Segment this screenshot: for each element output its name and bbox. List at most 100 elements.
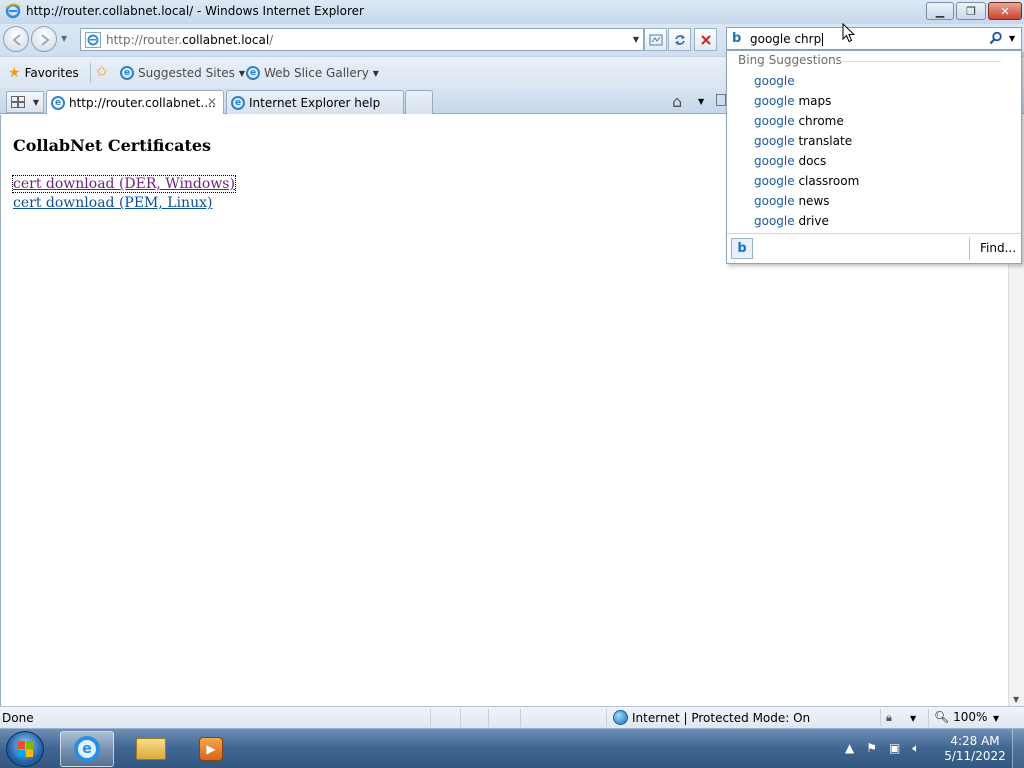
favorites-separator xyxy=(90,63,91,83)
page-icon: e xyxy=(246,66,260,80)
folder-icon xyxy=(136,738,166,760)
stop-icon xyxy=(700,34,711,45)
refresh-button[interactable] xyxy=(668,28,691,51)
system-tray: ▲ ⚑ ▣ 🔈︎ xyxy=(845,741,920,756)
recent-pages-dropdown-icon[interactable]: ▼ xyxy=(61,34,67,43)
suggestion-item[interactable]: google docs xyxy=(754,151,859,171)
status-separator xyxy=(606,709,607,727)
search-box[interactable]: b google chrp ▼ xyxy=(726,27,1022,50)
refresh-icon xyxy=(674,34,685,45)
suggestion-item[interactable]: google drive xyxy=(754,211,859,231)
suggestion-item[interactable]: google news xyxy=(754,191,859,211)
show-hidden-icons-icon[interactable]: ▲ xyxy=(845,741,854,756)
zoom-dropdown-icon[interactable]: ▼ xyxy=(993,714,999,723)
mouse-cursor-icon xyxy=(842,23,856,43)
tab-ie-help[interactable]: e Internet Explorer help xyxy=(226,90,404,114)
start-button[interactable] xyxy=(6,731,44,767)
search-input[interactable]: google chrp xyxy=(750,32,824,46)
web-slice-gallery-button[interactable]: e Web Slice Gallery ▼ xyxy=(246,66,379,80)
taskbar-windows-explorer[interactable] xyxy=(124,731,178,767)
windows-logo-icon xyxy=(17,741,33,757)
scroll-down-icon[interactable]: ▼ xyxy=(1013,695,1019,704)
bing-icon: b xyxy=(732,31,742,46)
feeds-icon[interactable] xyxy=(716,94,726,106)
page-heading: CollabNet Certificates xyxy=(13,136,212,155)
window-title: http://router.collabnet.local/ - Windows… xyxy=(26,4,364,18)
title-bar: http://router.collabnet.local/ - Windows… xyxy=(0,0,1024,24)
favorites-button[interactable]: ★ Favorites xyxy=(8,66,79,80)
compatibility-view-icon xyxy=(649,34,662,45)
quick-tabs-icon xyxy=(10,96,25,108)
address-dropdown-icon[interactable]: ▼ xyxy=(633,35,639,44)
page-icon xyxy=(85,32,101,48)
add-to-favorites-bar-icon[interactable]: ✩ xyxy=(96,65,108,79)
tab-label: http://router.collabnet.... xyxy=(69,95,216,110)
forward-button[interactable] xyxy=(31,26,57,52)
address-bar[interactable]: http://router.collabnet.local/ ▼ xyxy=(80,28,644,51)
close-button[interactable]: ✕ xyxy=(988,2,1022,20)
media-player-icon: ▶ xyxy=(199,737,223,761)
zoom-level[interactable]: 🔍︎ 100% xyxy=(934,710,987,724)
tab-list-dropdown-icon[interactable]: ▼ xyxy=(33,98,39,107)
status-separator xyxy=(430,709,431,727)
status-text: Done xyxy=(2,711,34,725)
suggested-sites-button[interactable]: e Suggested Sites ▼ xyxy=(120,66,245,80)
stop-button[interactable] xyxy=(694,28,717,51)
page-icon: e xyxy=(231,95,245,110)
header-divider xyxy=(837,61,1001,62)
network-icon[interactable]: ▣ xyxy=(889,741,900,756)
clock-time: 4:28 AM xyxy=(950,734,1000,748)
home-icon[interactable]: ⌂ xyxy=(672,92,682,111)
tab-router[interactable]: e http://router.collabnet.... ✕ xyxy=(46,90,224,114)
new-tab-button[interactable] xyxy=(405,90,433,114)
clock[interactable]: 4:28 AM 5/11/2022 xyxy=(940,734,1010,764)
footer-divider xyxy=(969,238,970,260)
chevron-down-icon[interactable]: ▼ xyxy=(910,714,916,723)
suggestion-item[interactable]: google xyxy=(754,71,859,91)
status-separator xyxy=(460,709,461,727)
taskbar: e ▶ ▲ ⚑ ▣ 🔈︎ 4:28 AM 5/11/2022 xyxy=(0,728,1024,768)
home-dropdown-icon[interactable]: ▼ xyxy=(698,97,704,106)
quick-tabs-button[interactable]: ▼ xyxy=(6,91,44,113)
taskbar-media-player[interactable]: ▶ xyxy=(184,731,238,767)
internet-explorer-icon xyxy=(5,3,21,19)
suggestions-list: google google maps google chrome google … xyxy=(754,71,859,231)
favorites-star-icon: ★ xyxy=(8,65,21,81)
suggestion-item[interactable]: google translate xyxy=(754,131,859,151)
back-button[interactable] xyxy=(3,26,29,52)
tab-label: Internet Explorer help xyxy=(249,95,381,110)
bing-provider-button[interactable]: b xyxy=(731,238,753,259)
suggestion-item[interactable]: google maps xyxy=(754,91,859,111)
close-tab-icon[interactable]: ✕ xyxy=(207,95,217,109)
status-separator xyxy=(928,709,929,727)
page-icon: e xyxy=(120,66,134,80)
protected-mode-icon[interactable]: 🔒︎ xyxy=(886,711,892,725)
internet-explorer-icon: e xyxy=(74,736,100,762)
search-icon[interactable] xyxy=(989,31,1003,45)
status-separator xyxy=(488,709,489,727)
compatibility-view-button[interactable] xyxy=(644,28,667,51)
find-on-page-button[interactable]: Find... xyxy=(980,241,1016,255)
status-separator xyxy=(520,709,521,727)
address-url[interactable]: http://router.collabnet.local/ xyxy=(106,33,273,47)
forward-arrow-icon xyxy=(41,34,50,46)
maximize-button[interactable]: ❐ xyxy=(956,2,986,20)
security-zone[interactable]: Internet | Protected Mode: On xyxy=(613,710,810,725)
back-arrow-icon xyxy=(12,34,21,46)
suggestion-item[interactable]: google chrome xyxy=(754,111,859,131)
suggestions-footer: b Find... xyxy=(727,233,1021,263)
search-options-dropdown-icon[interactable]: ▼ xyxy=(1009,34,1015,43)
search-suggestions-dropdown: Bing Suggestions google google maps goog… xyxy=(726,50,1022,264)
action-center-flag-icon[interactable]: ⚑ xyxy=(866,741,877,756)
clock-date: 5/11/2022 xyxy=(944,749,1006,763)
text-caret xyxy=(822,33,824,46)
internet-zone-globe-icon xyxy=(613,710,628,725)
cert-download-der-link[interactable]: cert download (DER, Windows) xyxy=(12,175,236,193)
show-desktop-button[interactable] xyxy=(1012,729,1024,768)
volume-muted-icon[interactable]: 🔈︎ xyxy=(912,741,919,756)
cert-download-pem-link[interactable]: cert download (PEM, Linux) xyxy=(13,195,212,211)
minimize-button[interactable]: ▁ xyxy=(926,2,954,20)
chevron-down-icon: ▼ xyxy=(372,68,379,78)
taskbar-internet-explorer[interactable]: e xyxy=(60,731,114,767)
suggestion-item[interactable]: google classroom xyxy=(754,171,859,191)
